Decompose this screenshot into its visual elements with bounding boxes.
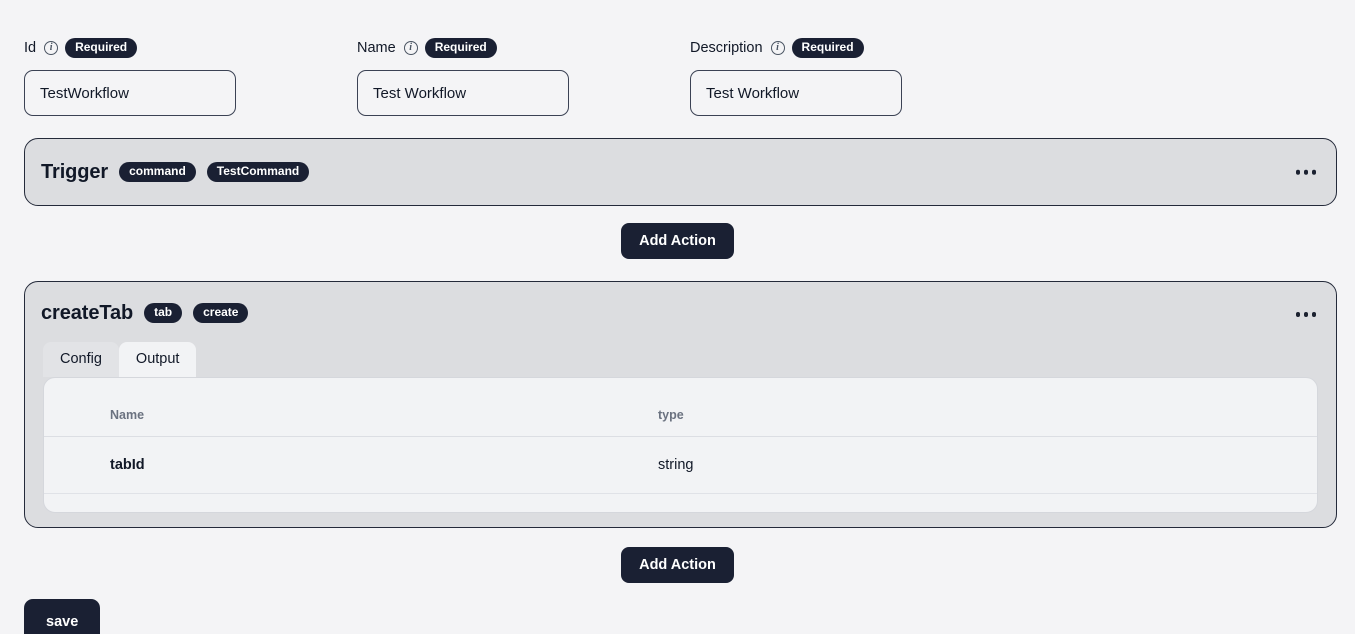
trigger-card[interactable]: Trigger command TestCommand	[24, 138, 1337, 206]
field-description-label: Description	[690, 39, 763, 56]
field-description-required-badge: Required	[791, 37, 864, 59]
table-header-row: Name type	[44, 400, 1317, 438]
field-name-label: Name	[357, 39, 396, 56]
tab-output[interactable]: Output	[118, 342, 197, 378]
field-description-label-row: Description i Required	[690, 37, 902, 59]
description-input[interactable]	[690, 70, 902, 116]
add-action-row-bottom: Add Action	[0, 547, 1355, 584]
field-id: Id i Required	[24, 37, 236, 116]
column-header-type: type	[652, 400, 1317, 438]
add-action-button-top[interactable]: Add Action	[621, 223, 734, 259]
action-card-header: createTab tab create	[25, 282, 1336, 338]
trigger-badge-command: TestCommand	[206, 161, 310, 183]
field-id-label-row: Id i Required	[24, 37, 236, 59]
field-name: Name i Required	[357, 37, 569, 116]
field-id-label: Id	[24, 39, 37, 56]
workflow-editor-page: Id i Required Name i Required Descriptio…	[0, 0, 1355, 634]
info-circle-icon[interactable]: i	[403, 41, 418, 55]
action-badge-operation: create	[193, 302, 249, 324]
column-header-name: Name	[44, 400, 652, 438]
save-button[interactable]: save	[24, 599, 101, 634]
action-tabstrip: Config Output	[25, 342, 1336, 378]
cell-output-type: string	[652, 436, 1317, 495]
more-options-icon[interactable]	[1295, 169, 1316, 175]
action-card-createtab[interactable]: createTab tab create Config Output Name …	[24, 281, 1337, 529]
output-panel: Name type tabId string	[43, 377, 1318, 514]
save-row: save	[0, 583, 1355, 634]
workflow-meta-form: Id i Required Name i Required Descriptio…	[0, 0, 1355, 116]
output-table-body: tabId string	[44, 436, 1317, 495]
trigger-title: Trigger	[41, 160, 109, 183]
cell-output-name: tabId	[44, 436, 652, 495]
table-row: tabId string	[44, 436, 1317, 495]
output-table-head: Name type	[44, 400, 1317, 438]
more-options-icon[interactable]	[1295, 312, 1316, 317]
field-name-label-row: Name i Required	[357, 37, 569, 59]
trigger-badge-type: command	[119, 161, 196, 183]
field-name-required-badge: Required	[424, 37, 497, 59]
field-description: Description i Required	[690, 37, 902, 116]
action-title: createTab	[41, 301, 134, 324]
tab-config[interactable]: Config	[43, 342, 119, 378]
info-circle-icon[interactable]: i	[770, 41, 785, 55]
name-input[interactable]	[357, 70, 569, 116]
action-badge-resource: tab	[144, 302, 183, 324]
trigger-card-header: Trigger command TestCommand	[25, 139, 1336, 205]
info-circle-icon[interactable]: i	[44, 41, 59, 55]
output-table: Name type tabId string	[44, 400, 1317, 495]
add-action-row-top: Add Action	[0, 223, 1355, 259]
id-input[interactable]	[24, 70, 236, 116]
field-id-required-badge: Required	[65, 37, 138, 59]
add-action-button-bottom[interactable]: Add Action	[621, 547, 734, 584]
